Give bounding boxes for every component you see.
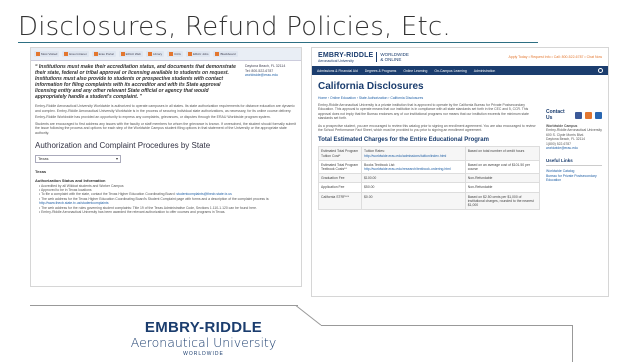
bookmark-icon xyxy=(36,52,40,57)
bookmark-icon xyxy=(64,52,69,57)
list-item: • The web address for the Texas Higher E… xyxy=(39,196,270,206)
regulation-quote: “ Institutions must make their accredita… xyxy=(35,64,236,100)
nav-item[interactable]: Degrees & Programs xyxy=(365,69,397,73)
erau-worldwide-logo: EMBRY-RIDDLE Aeronautical University WOR… xyxy=(112,316,295,362)
contact-heading: Contact Us xyxy=(546,109,602,121)
bookmark[interactable]: ERAU Jobs xyxy=(185,50,211,58)
bookmark[interactable]: Most Visited xyxy=(34,50,60,58)
paragraph: Embry-Riddle Worldwide has provided an o… xyxy=(35,115,271,120)
chevron-down-icon: ▾ xyxy=(115,156,118,162)
contact-info: Worldwide Campus Embry-Riddle Aeronautic… xyxy=(546,124,602,151)
nav-item[interactable]: On-Campus Learning xyxy=(434,69,466,73)
bookmark[interactable]: Erau Portal xyxy=(91,50,116,58)
bookmark-icon xyxy=(147,52,152,57)
bookmark-icon xyxy=(215,52,220,57)
table-row: Estimated Total Program Textbook Costs**… xyxy=(317,159,541,175)
linkedin-icon[interactable] xyxy=(595,111,602,119)
site-header: EMBRY-RIDDLE Aeronautical University WOR… xyxy=(312,48,608,66)
quote-section: “ Institutions must make their accredita… xyxy=(31,61,301,103)
bookmark[interactable]: Citrix xyxy=(167,50,183,58)
table-row: Estimated Total Program Tuition Cost* Tu… xyxy=(317,146,541,161)
decorative-line xyxy=(321,325,573,326)
decorative-line xyxy=(572,325,573,362)
complaint-email-link[interactable]: studentcomplaints@thecb.state.tx.us xyxy=(176,192,231,196)
table-row: Application Fee $50.00 Non-Refundable xyxy=(317,182,541,193)
screenshot-california-disclosures-page: EMBRY-RIDDLE Aeronautical University WOR… xyxy=(311,47,609,297)
section-heading: Authorization and Complaint Procedures b… xyxy=(35,140,211,150)
email-link[interactable]: worldwide@erau.edu xyxy=(245,73,297,78)
bookmark[interactable]: Erau Intranet xyxy=(62,50,89,58)
bookmark-icon xyxy=(169,52,174,57)
textbook-link[interactable]: http://worldwide.erau.edu/research/textb… xyxy=(364,167,451,171)
slide-title: Disclosures, Refund Policies, Etc. xyxy=(18,12,451,42)
nav-item[interactable]: Administration xyxy=(474,69,495,73)
table-row: Graduation Fee $100.00 Non-Refundable xyxy=(317,173,541,184)
paragraph: As a prospective student, you are encour… xyxy=(318,123,536,133)
twitter-icon[interactable] xyxy=(585,111,593,119)
paragraph: Students are encouraged to first address… xyxy=(35,121,297,135)
bookmark-icon xyxy=(187,52,192,57)
contact-block: Daytona Beach, FL 32114 Tel: 800-522-678… xyxy=(245,64,297,100)
top-links[interactable]: Apply Today • Request Info • Call: 800-5… xyxy=(509,55,603,59)
useful-link[interactable]: Bureau for Private Postsecondary Educati… xyxy=(546,174,602,183)
bookmark[interactable]: ERAU Web xyxy=(118,50,143,58)
complaint-page-link[interactable]: http://www.thecb.state.tx.us/studentcomp… xyxy=(39,201,109,205)
sidebar: Contact Us Worldwide Campus Embry-Riddle… xyxy=(546,81,602,210)
facebook-icon[interactable] xyxy=(575,111,583,119)
bookmarks-bar: Most Visited Erau Intranet Erau Portal E… xyxy=(31,48,301,61)
charges-table: Estimated Total Program Tuition Cost* Tu… xyxy=(317,146,541,211)
nav-item[interactable]: Online Learning xyxy=(403,69,427,73)
paragraph: Embry-Riddle Aeronautical University is … xyxy=(318,103,529,121)
table-row: California STRF*** $0.00 Based on $2.50 … xyxy=(317,191,541,211)
decorative-line xyxy=(30,305,298,306)
tuition-link[interactable]: http://worldwide.erau.edu/admissions/tui… xyxy=(364,154,446,158)
search-icon[interactable] xyxy=(598,68,603,73)
decorative-line xyxy=(295,305,322,326)
main-nav: Admissions & Financial Aid Degrees & Pro… xyxy=(312,66,608,75)
authorization-status-label: Authorization Status and Information xyxy=(35,177,106,183)
nav-item[interactable]: Admissions & Financial Aid xyxy=(317,69,358,73)
state-heading: Texas xyxy=(35,168,47,174)
bookmark-icon xyxy=(120,52,125,57)
main-content: California Disclosures Home › Online Edu… xyxy=(317,81,541,211)
paragraph: Embry-Riddle Aeronautical University Wor… xyxy=(35,104,295,113)
list-item: • Embry-Riddle Aeronautical University h… xyxy=(39,210,226,214)
charges-heading: Total Estimated Charges for the Entire E… xyxy=(318,137,489,144)
state-select[interactable]: Texas ▾ xyxy=(35,154,121,163)
state-info-list: • Accredited by all Wildcat students and… xyxy=(31,184,301,215)
breadcrumb[interactable]: Home › Online Education › State Authoriz… xyxy=(318,96,540,103)
screenshot-state-authorization-page: Most Visited Erau Intranet Erau Portal E… xyxy=(30,47,302,287)
bookmark[interactable]: Blackboard xyxy=(213,50,238,58)
useful-links-heading: Useful Links xyxy=(546,150,602,167)
title-divider xyxy=(18,42,538,43)
site-logo[interactable]: EMBRY-RIDDLE Aeronautical University WOR… xyxy=(318,52,409,63)
page-title: California Disclosures xyxy=(318,81,424,92)
bookmark-icon xyxy=(93,52,98,57)
bookmark[interactable]: Library xyxy=(145,50,165,58)
